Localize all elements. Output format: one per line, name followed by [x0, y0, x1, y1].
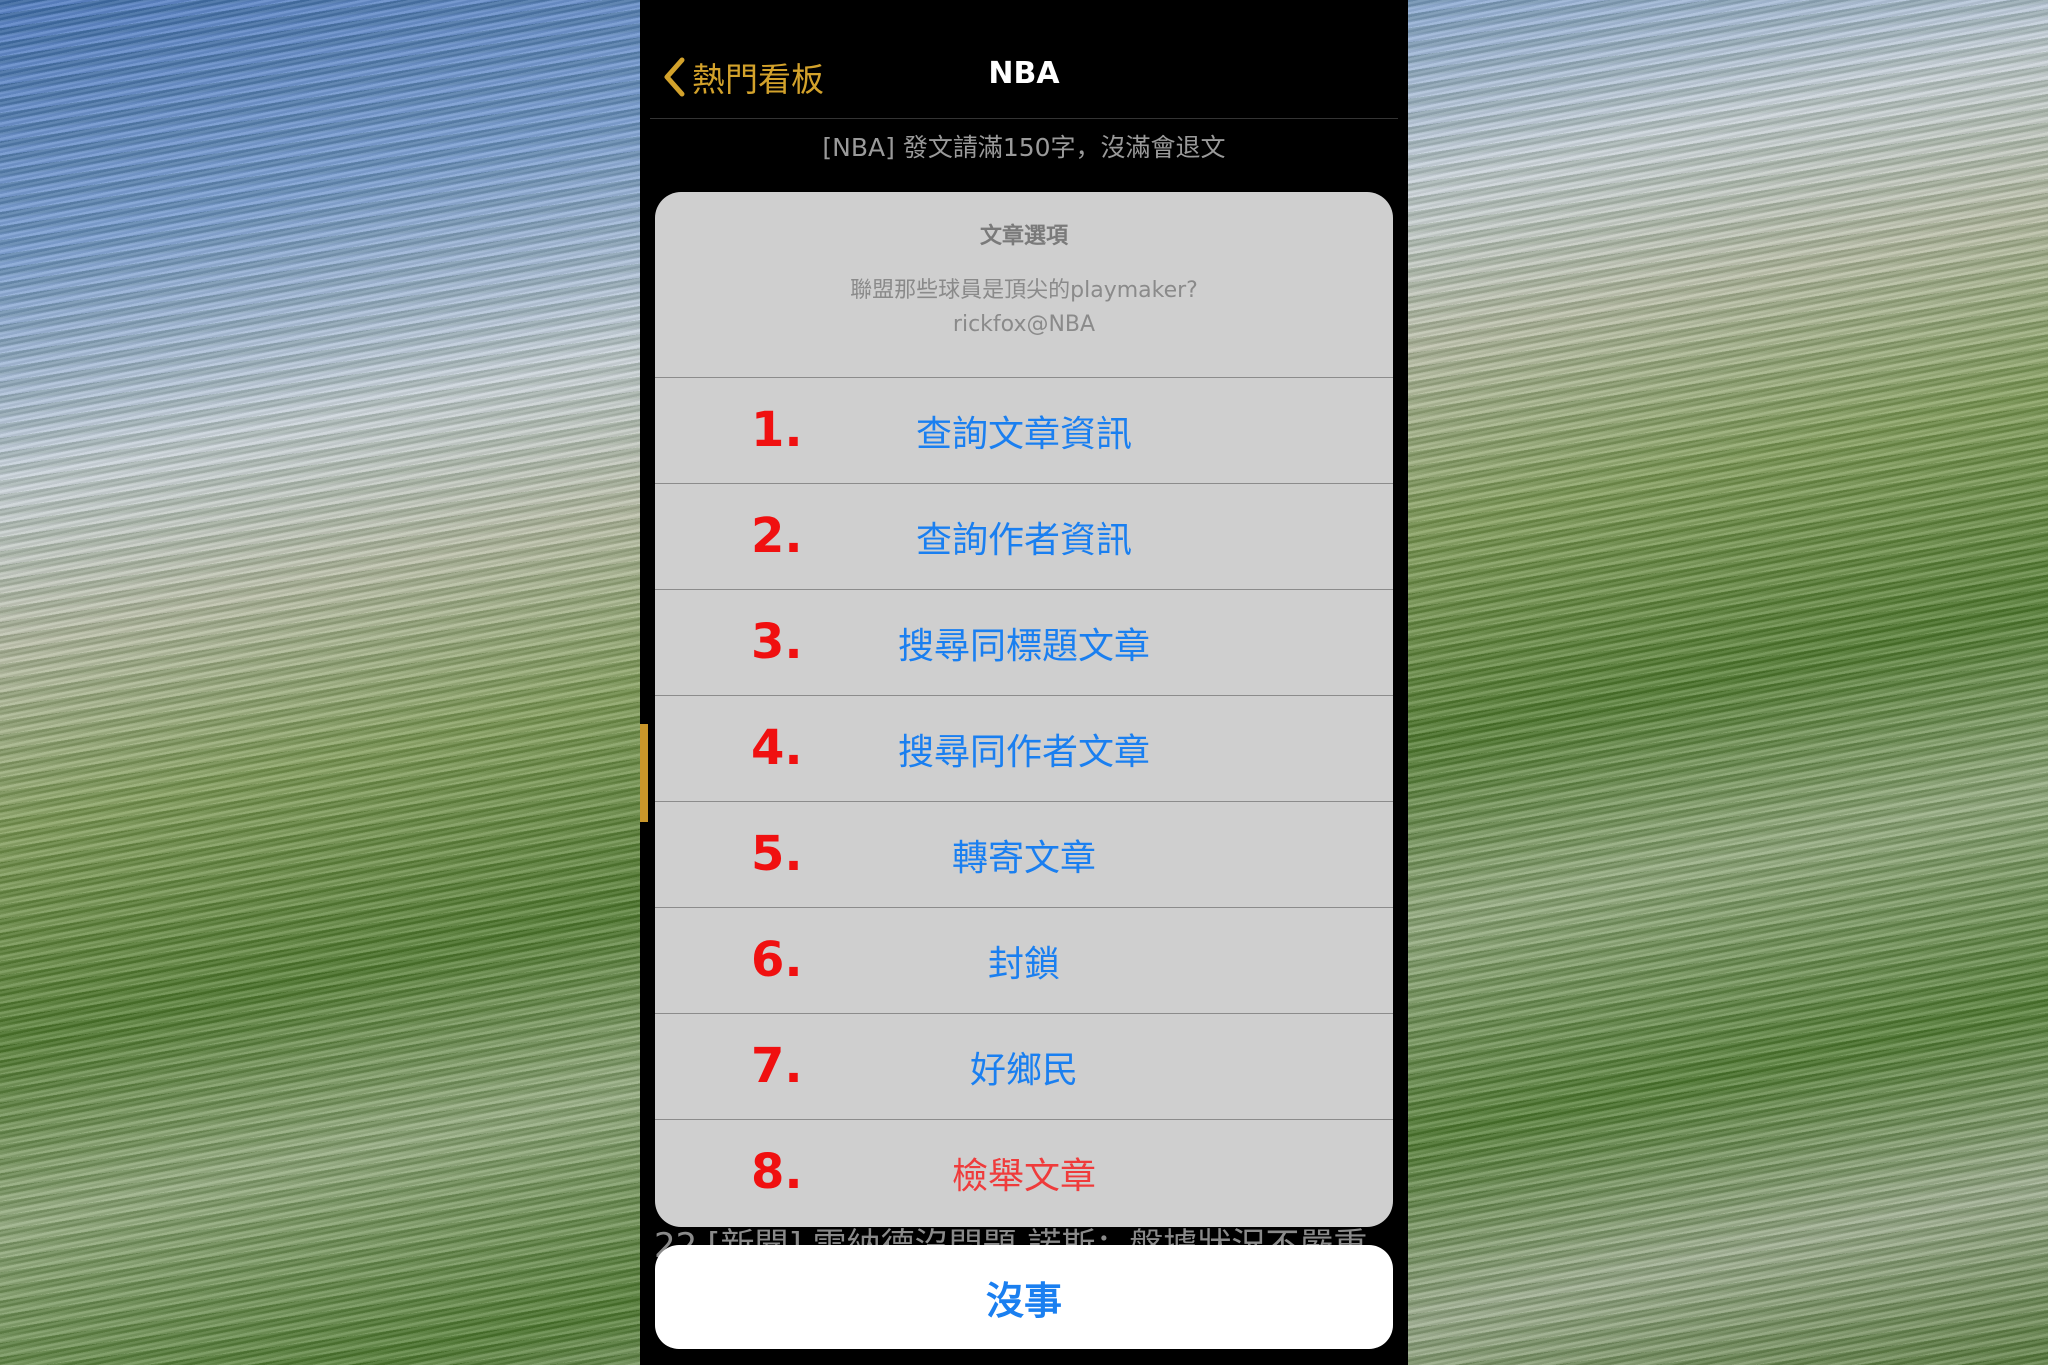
action-sheet-header: 文章選項 聯盟那些球員是頂尖的playmaker? rickfox@NBA [655, 192, 1393, 378]
cancel-button[interactable]: 沒事 [655, 1245, 1393, 1349]
option-article-info[interactable]: 1. 查詢文章資訊 [655, 378, 1393, 484]
divider [650, 118, 1398, 119]
option-label: 轉寄文章 [951, 837, 1096, 879]
action-sheet: 文章選項 聯盟那些球員是頂尖的playmaker? rickfox@NBA 1.… [655, 192, 1393, 1227]
article-author: rickfox@NBA [952, 312, 1096, 337]
annotation-number: 6. [751, 931, 803, 988]
annotation-number: 8. [751, 1143, 803, 1200]
annotation-number: 7. [751, 1037, 803, 1094]
action-sheet-title: 文章選項 [979, 224, 1068, 249]
annotation-number: 4. [751, 719, 803, 776]
option-label: 查詢作者資訊 [915, 519, 1132, 561]
page-title: NBA [988, 56, 1060, 91]
annotation-number: 1. [751, 401, 803, 458]
article-title: 聯盟那些球員是頂尖的playmaker? [850, 278, 1198, 303]
option-search-same-author[interactable]: 4. 搜尋同作者文章 [655, 696, 1393, 802]
option-label: 檢舉文章 [951, 1156, 1096, 1197]
navigation-bar: 熱門看板 NBA [640, 0, 1408, 118]
cancel-label: 沒事 [985, 1278, 1062, 1323]
option-label: 搜尋同標題文章 [897, 625, 1150, 667]
option-label: 好鄉民 [969, 1049, 1078, 1091]
option-forward-article[interactable]: 5. 轉寄文章 [655, 802, 1393, 908]
option-report-article[interactable]: 8. 檢舉文章 [655, 1120, 1393, 1226]
option-label: 搜尋同作者文章 [897, 731, 1150, 773]
option-search-same-title[interactable]: 3. 搜尋同標題文章 [655, 590, 1393, 696]
option-label: 查詢文章資訊 [915, 413, 1132, 455]
board-notice: [NBA] 發文請滿150字，沒滿會退文 [822, 133, 1226, 162]
annotation-number: 5. [751, 825, 803, 882]
option-block[interactable]: 6. 封鎖 [655, 908, 1393, 1014]
option-good-user[interactable]: 7. 好鄉民 [655, 1014, 1393, 1120]
annotation-number: 3. [751, 613, 803, 670]
phone-screen: 熱門看板 NBA [NBA] 發文請滿150字，沒滿會退文 22[新聞] 雷納德… [640, 0, 1408, 1365]
annotation-number: 2. [751, 507, 803, 564]
option-label: 封鎖 [987, 943, 1060, 985]
option-author-info[interactable]: 2. 查詢作者資訊 [655, 484, 1393, 590]
selected-row-indicator [640, 724, 648, 822]
